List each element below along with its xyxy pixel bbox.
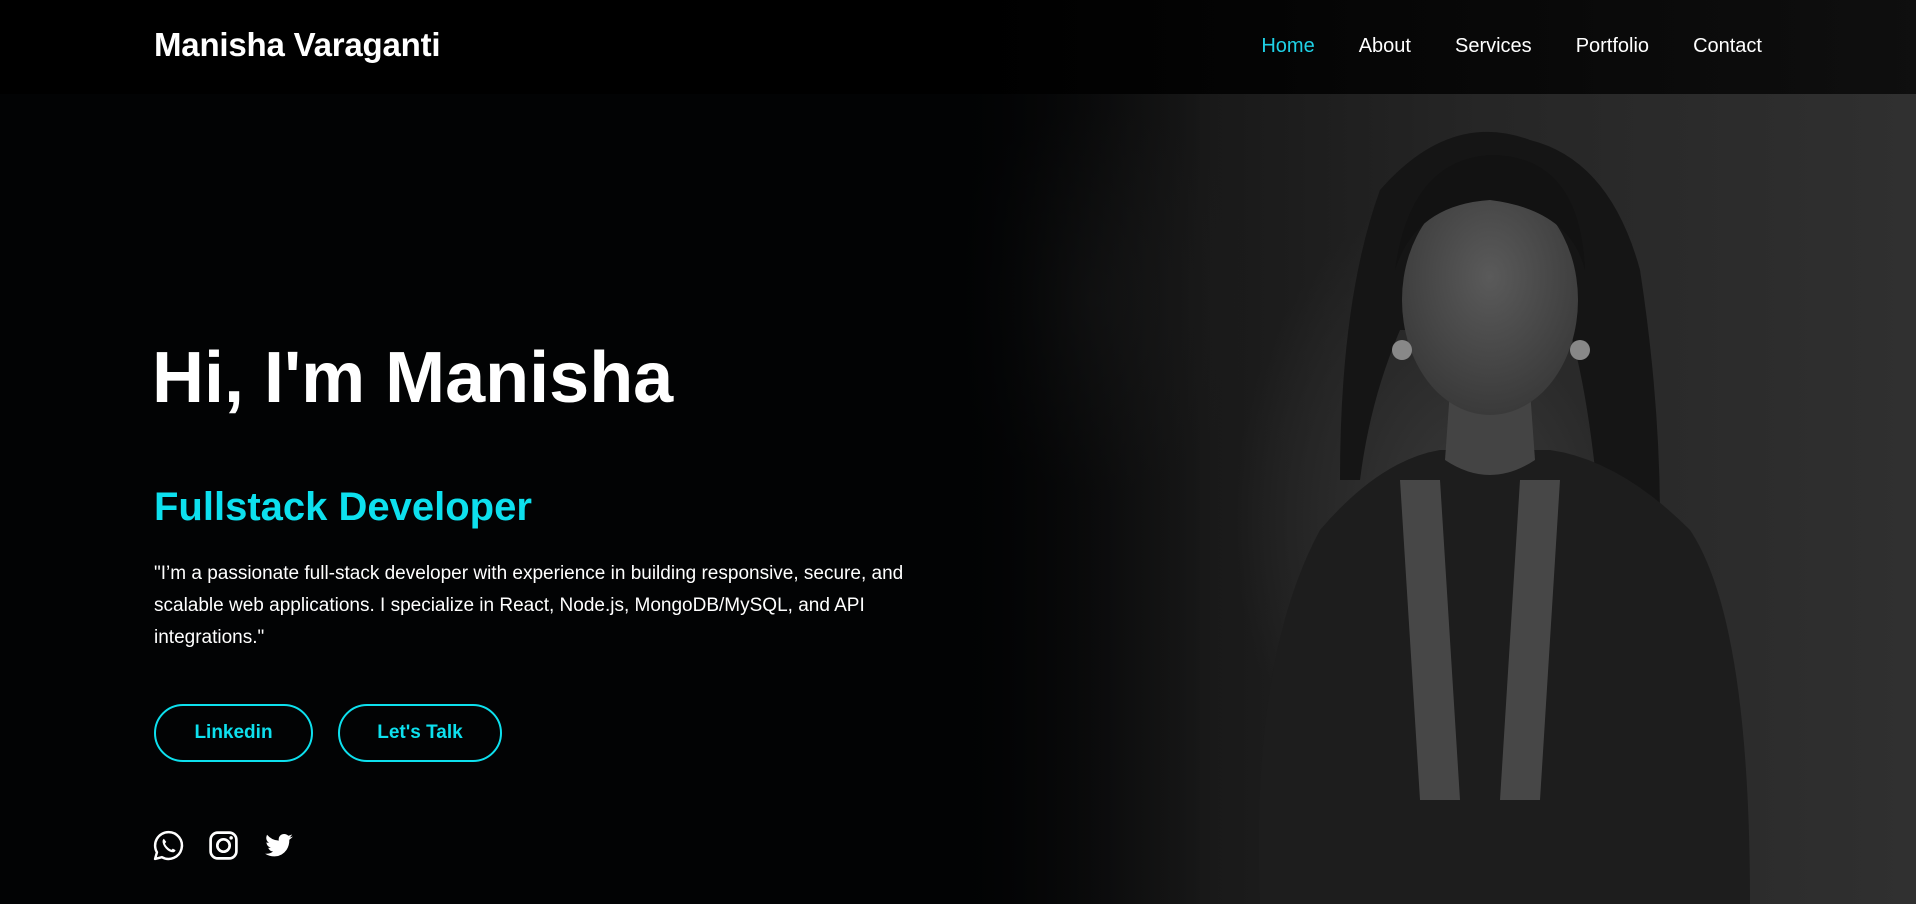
nav-portfolio[interactable]: Portfolio: [1576, 35, 1649, 58]
nav-services[interactable]: Services: [1455, 35, 1532, 58]
main-nav: Home About Services Portfolio Contact: [1261, 35, 1762, 58]
nav-home[interactable]: Home: [1261, 35, 1314, 58]
lets-talk-button[interactable]: Let's Talk: [338, 704, 502, 762]
photo-fade-overlay: [955, 0, 1215, 904]
hero-description: "I’m a passionate full-stack developer w…: [154, 563, 904, 648]
nav-about[interactable]: About: [1359, 35, 1411, 58]
hero-role: Fullstack Developer: [154, 485, 532, 529]
hero-portrait-image: [1258, 131, 1750, 904]
site-logo[interactable]: Manisha Varaganti: [154, 26, 441, 64]
twitter-icon[interactable]: [262, 829, 295, 862]
page: Manisha Varaganti Home About Services Po…: [0, 0, 1916, 904]
linkedin-button[interactable]: Linkedin: [154, 704, 313, 762]
whatsapp-icon[interactable]: [152, 829, 185, 862]
instagram-icon[interactable]: [207, 829, 240, 862]
hero-title: Hi, I'm Manisha: [152, 338, 674, 418]
nav-contact[interactable]: Contact: [1693, 35, 1762, 58]
social-links: [152, 829, 295, 862]
navbar: Manisha Varaganti Home About Services Po…: [0, 0, 1916, 94]
